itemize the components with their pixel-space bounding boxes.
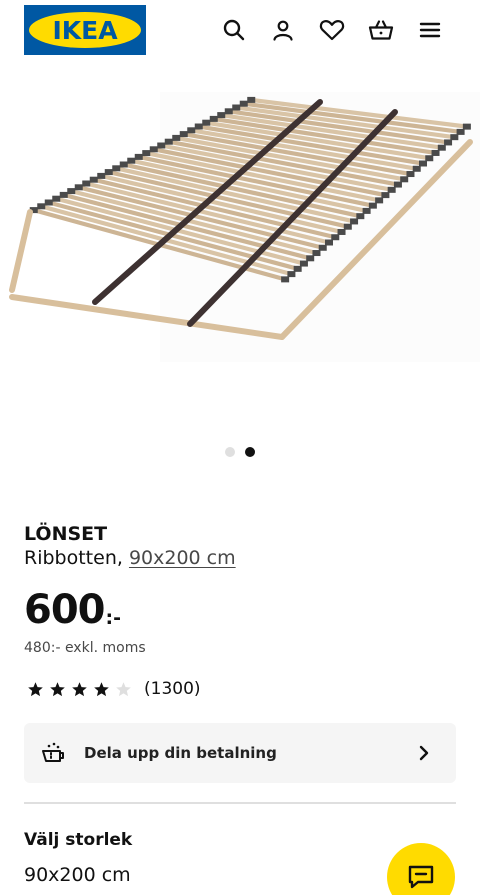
payment-split-icon [40,740,68,766]
slat-holder [368,202,377,209]
star-filled-icon [46,678,68,700]
slat-holder [281,276,290,283]
slat-holder [239,100,248,107]
selected-size[interactable]: 90x200 cm [24,862,131,888]
slat-holder [343,223,352,230]
split-payment-label: Dela upp din betalning [84,744,277,762]
product-type: Ribbotten, [24,547,123,569]
slat-holder [456,128,465,135]
price: 600 :- [24,586,121,634]
menu-icon[interactable] [414,14,446,46]
slat-holder [37,203,46,210]
carousel-dots [225,447,259,457]
slat-holder [187,127,196,134]
slat-holder [164,138,173,145]
slat-holder [375,197,384,204]
chevron-right-icon [414,743,434,763]
product-image [9,92,480,362]
search-icon[interactable] [218,14,250,46]
rating-count[interactable]: (1300) [144,677,201,701]
slat-holder [306,255,315,262]
slat-holder [393,181,402,188]
slat-holder [74,184,83,191]
slat-holder [157,142,166,149]
slat-holder [381,192,390,199]
product-name: LÖNSET [24,523,108,545]
slat-holder [217,112,226,119]
header: IKEA [0,0,480,62]
slat-holder [444,139,453,146]
size-heading: Välj storlek [24,830,133,850]
slat-holder [293,265,302,272]
chat-button[interactable] [387,843,455,895]
slat-holder [67,188,76,195]
product-description: Ribbotten, 90x200 cm [24,545,236,571]
divider [24,802,456,804]
slat-holder [142,150,151,157]
slat-holder [232,104,241,111]
slat-holder [89,176,98,183]
slat-holder [209,115,218,122]
star-empty-icon [112,678,134,700]
logo-text: IKEA [52,15,118,45]
heart-icon[interactable] [316,14,348,46]
frame-rail [9,209,33,293]
slat-holder [450,134,459,141]
slat-holder [356,213,365,220]
chat-icon [408,865,434,889]
price-excl-vat: 480:- exkl. moms [24,640,146,656]
rating-stars [24,678,134,700]
slat-holder [172,134,181,141]
slat-holder [202,119,211,126]
slat-holder [325,239,333,246]
user-icon[interactable] [267,14,299,46]
slat-holder [425,155,434,162]
slat-holder [247,96,256,103]
slat-holder [44,199,53,206]
slat-holder [350,218,359,225]
slat-holder [400,176,409,183]
slat-holder [119,161,128,168]
slat-holder [97,172,106,179]
slat-holder [224,108,233,115]
slat-holder [149,146,158,153]
slat-holder [194,123,203,130]
slat-holder [127,157,136,164]
slat-holder [362,207,371,214]
carousel-dot-2[interactable] [245,447,255,457]
slat-holder [112,165,121,172]
split-payment-card[interactable]: Dela upp din betalning [24,723,456,783]
star-filled-icon [24,678,46,700]
star-filled-icon [90,678,112,700]
slat-holder [52,195,61,202]
ikea-logo[interactable]: IKEA [24,5,146,55]
slat-holder [337,228,346,235]
slat-holder [104,169,113,176]
basket-icon[interactable] [365,14,397,46]
price-main: 600 [24,587,105,633]
slat-holder [462,123,471,130]
slat-holder [419,160,427,167]
slat-holder [331,234,340,241]
price-suffix: :- [105,607,121,629]
slat-holder [437,144,446,151]
slat-holder [412,165,421,172]
slat-holder [406,171,415,178]
slat-holder [82,180,91,187]
slat-holder [299,260,308,267]
slat-holder [387,186,396,193]
slat-holder [287,271,296,278]
carousel-dot-1[interactable] [225,447,235,457]
slat-holder [179,131,188,138]
slat-holder [431,149,440,156]
slat-holder [59,191,68,198]
size-link[interactable]: 90x200 cm [129,547,236,569]
logo-oval: IKEA [29,12,141,48]
star-filled-icon [68,678,90,700]
rating[interactable]: (1300) [24,677,201,701]
product-image-carousel[interactable] [0,62,480,442]
slat-holder [312,250,321,257]
slat-holder [134,153,143,160]
slat-holder [318,244,327,251]
